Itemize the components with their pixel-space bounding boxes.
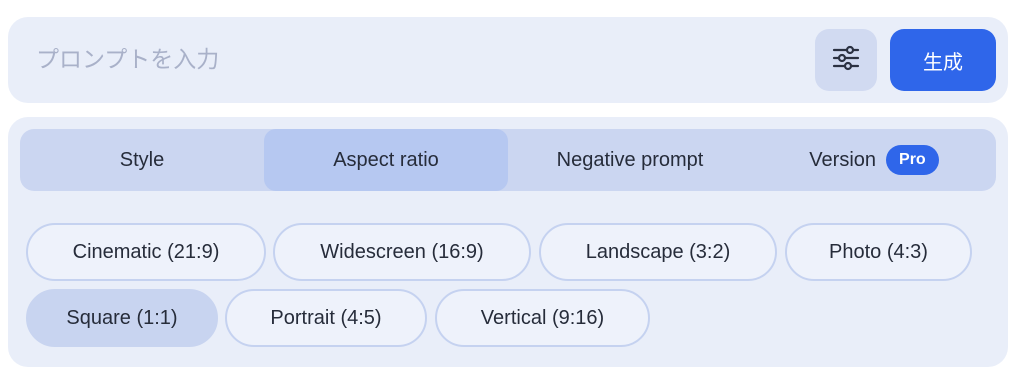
tab-label: Negative prompt	[556, 148, 704, 171]
aspect-ratio-chip-square[interactable]: Square (1:1)	[26, 289, 218, 347]
prompt-input[interactable]	[34, 30, 815, 90]
tab-label: Version	[809, 148, 877, 171]
aspect-ratio-chip-widescreen[interactable]: Widescreen (16:9)	[273, 223, 531, 281]
chip-label: Square (1:1)	[66, 306, 178, 329]
aspect-ratio-chip-photo[interactable]: Photo (4:3)	[785, 223, 972, 281]
chip-label: Widescreen (16:9)	[320, 240, 484, 263]
aspect-ratio-chip-landscape[interactable]: Landscape (3:2)	[539, 223, 777, 281]
chip-label: Portrait (4:5)	[270, 306, 382, 329]
pro-badge: Pro	[886, 145, 939, 175]
sliders-icon	[831, 43, 861, 78]
options-panel: Style Aspect ratio Negative prompt Versi…	[8, 117, 1008, 367]
generate-button[interactable]: 生成	[890, 29, 996, 91]
tab-aspect-ratio[interactable]: Aspect ratio	[264, 129, 508, 191]
chip-label: Vertical (9:16)	[480, 306, 605, 329]
tab-negative-prompt[interactable]: Negative prompt	[508, 129, 752, 191]
settings-button[interactable]	[815, 29, 877, 91]
tab-label: Style	[119, 148, 165, 171]
tab-bar: Style Aspect ratio Negative prompt Versi…	[20, 129, 996, 191]
tab-version[interactable]: Version Pro	[752, 129, 996, 191]
chip-label: Cinematic (21:9)	[72, 240, 220, 263]
chip-label: Photo (4:3)	[829, 240, 928, 263]
tab-label: Aspect ratio	[333, 148, 439, 171]
chip-label: Landscape (3:2)	[585, 240, 731, 263]
prompt-bar: 生成	[8, 17, 1008, 103]
aspect-ratio-chip-portrait[interactable]: Portrait (4:5)	[225, 289, 427, 347]
aspect-ratio-chip-cinematic[interactable]: Cinematic (21:9)	[26, 223, 266, 281]
tab-style[interactable]: Style	[20, 129, 264, 191]
aspect-ratio-chip-vertical[interactable]: Vertical (9:16)	[435, 289, 650, 347]
